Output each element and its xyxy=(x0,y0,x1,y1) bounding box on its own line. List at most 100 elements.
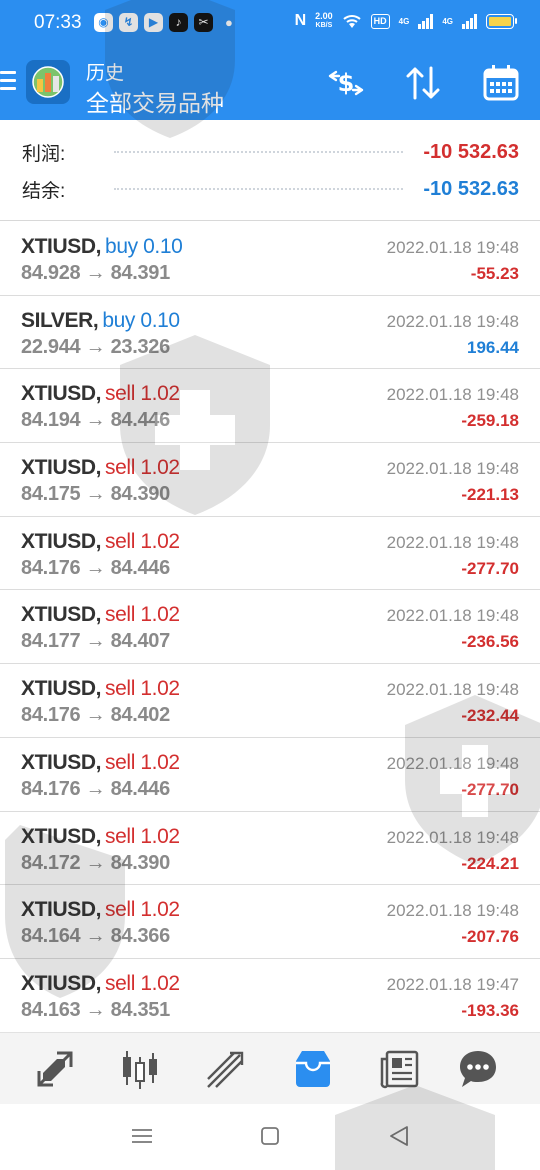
trade-icon[interactable] xyxy=(204,1047,248,1091)
signal-icon xyxy=(462,13,477,29)
trade-profit: -193.36 xyxy=(461,1000,519,1020)
system-nav-bar xyxy=(0,1104,540,1170)
app-notification-icon: ◉ xyxy=(94,13,113,32)
menu-icon[interactable] xyxy=(0,71,16,91)
trade-prices: 84.176 → 84.446 xyxy=(21,777,170,800)
trade-symbol: XTIUSD, sell 1.02 xyxy=(21,677,180,701)
trade-row[interactable]: XTIUSD, sell 1.02 84.172 → 84.390 2022.01.1… xyxy=(0,812,540,886)
trade-side-volume: sell 1.02 xyxy=(105,971,180,995)
trade-time: 2022.01.18 19:48 xyxy=(386,385,519,405)
network-speed: 2.00 KB/S xyxy=(315,11,333,30)
trade-row[interactable]: XTIUSD, sell 1.02 84.176 → 84.402 2022.01.1… xyxy=(0,664,540,738)
sort-arrows-icon[interactable] xyxy=(402,62,444,104)
trade-profit: -232.44 xyxy=(461,706,519,726)
profit-label: 利润: xyxy=(22,143,66,165)
trade-side-volume: sell 1.02 xyxy=(105,603,180,627)
trade-time: 2022.01.18 19:47 xyxy=(386,974,519,994)
signal-label: 4G xyxy=(442,16,453,26)
trade-row[interactable]: XTIUSD, sell 1.02 84.175 → 84.390 2022.01.1… xyxy=(0,443,540,517)
trade-side-volume: sell 1.02 xyxy=(105,382,180,406)
app-notification-icon: ♪ xyxy=(169,13,188,32)
app-notification-icon: ↯ xyxy=(119,13,138,32)
app-bar: 历史 全部交易品种 $ xyxy=(0,46,540,120)
hd-icon: HD xyxy=(370,13,390,29)
trade-side-volume: sell 1.02 xyxy=(105,529,180,553)
trade-symbol: XTIUSD, sell 1.02 xyxy=(21,750,180,774)
trade-time: 2022.01.18 19:48 xyxy=(386,606,519,626)
quotes-icon[interactable] xyxy=(33,1047,77,1091)
trade-symbol: XTIUSD, sell 1.02 xyxy=(21,382,180,406)
trade-profit: -277.70 xyxy=(461,558,519,578)
wifi-icon xyxy=(342,15,361,28)
trade-row[interactable]: XTIUSD, sell 1.02 84.164 → 84.366 2022.01.1… xyxy=(0,885,540,959)
trade-profit: 196.44 xyxy=(467,337,519,357)
trade-symbol: XTIUSD, sell 1.02 xyxy=(21,603,180,627)
trade-time: 2022.01.18 19:48 xyxy=(386,753,519,773)
trade-side-volume: buy 0.10 xyxy=(105,235,183,258)
trade-row[interactable]: SILVER, buy 0.10 22.944 → 23.326 2022.01.18… xyxy=(0,296,540,370)
app-notification-icon: ✂ xyxy=(194,13,213,32)
page-subtitle: 历史 xyxy=(86,63,125,84)
page-title[interactable]: 全部交易品种 xyxy=(86,84,224,118)
trade-prices: 84.176 → 84.446 xyxy=(21,556,170,579)
trade-row[interactable]: XTIUSD, buy 0.10 84.928 → 84.391 2022.01.18… xyxy=(0,222,540,296)
trade-prices: 84.176 → 84.402 xyxy=(21,704,170,727)
trade-row[interactable]: XTIUSD, sell 1.02 84.177 → 84.407 2022.01.1… xyxy=(0,590,540,665)
trade-profit: -236.56 xyxy=(461,632,519,652)
trade-side-volume: sell 1.02 xyxy=(105,898,180,922)
trade-row[interactable]: XTIUSD, sell 1.02 84.176 → 84.446 2022.01.1… xyxy=(0,738,540,812)
app-notification-icon: ▶ xyxy=(144,13,163,32)
trade-row[interactable]: XTIUSD, sell 1.02 84.163 → 84.351 2022.01.1… xyxy=(0,959,540,1033)
logo xyxy=(26,60,70,104)
trade-side-volume: buy 0.10 xyxy=(102,308,180,332)
chart-icon[interactable] xyxy=(118,1047,162,1091)
summary-panel: 利润: -10 532.63 结余: -10 532.63 xyxy=(0,120,540,221)
trade-side-volume: sell 1.02 xyxy=(105,456,180,480)
balance-label: 结余: xyxy=(22,180,66,202)
chat-icon[interactable] xyxy=(456,1047,500,1091)
history-icon[interactable] xyxy=(291,1047,335,1091)
dotted-leader xyxy=(114,151,404,153)
calendar-icon[interactable] xyxy=(480,62,522,104)
trade-time: 2022.01.18 19:48 xyxy=(386,532,519,552)
dotted-leader xyxy=(114,188,404,190)
svg-text:$: $ xyxy=(338,69,355,97)
trade-time: 2022.01.18 19:48 xyxy=(386,311,519,331)
recents-icon[interactable] xyxy=(128,1122,156,1150)
status-right: N 2.00 KB/S HD 4G 4G xyxy=(294,11,517,30)
trade-prices: 84.172 → 84.390 xyxy=(21,851,170,874)
header: 07:33 ◉ ↯ ▶ ♪ ✂ ● N 2.00 KB/S HD 4G 4G 历… xyxy=(0,0,540,120)
status-app-icons: ◉ ↯ ▶ ♪ ✂ ● xyxy=(94,13,233,32)
nfc-icon: N xyxy=(294,12,307,29)
trade-symbol: XTIUSD, sell 1.02 xyxy=(21,824,180,848)
trade-profit: -259.18 xyxy=(461,411,519,431)
trade-side-volume: sell 1.02 xyxy=(105,750,180,774)
profit-value: -10 532.63 xyxy=(423,140,519,163)
dollar-sort-icon[interactable]: $ xyxy=(325,62,367,104)
trade-profit: -221.13 xyxy=(461,485,519,505)
news-icon[interactable] xyxy=(378,1047,422,1091)
trade-side-volume: sell 1.02 xyxy=(105,824,180,848)
trade-symbol: XTIUSD, sell 1.02 xyxy=(21,529,180,553)
trade-prices: 84.164 → 84.366 xyxy=(21,925,170,948)
home-icon[interactable] xyxy=(256,1122,284,1150)
trade-row[interactable]: XTIUSD, sell 1.02 84.194 → 84.446 2022.01.1… xyxy=(0,369,540,444)
trade-symbol: SILVER, buy 0.10 xyxy=(21,308,180,332)
trade-symbol: XTIUSD, sell 1.02 xyxy=(21,971,180,995)
trade-symbol: XTIUSD, buy 0.10 xyxy=(21,235,183,258)
trade-prices: 84.177 → 84.407 xyxy=(21,630,170,653)
bottom-nav xyxy=(0,1032,540,1104)
trade-profit: -55.23 xyxy=(470,264,519,283)
trade-time: 2022.01.18 19:48 xyxy=(386,238,519,257)
trade-profit: -224.21 xyxy=(461,853,519,873)
trade-profit: -207.76 xyxy=(461,927,519,947)
trade-row[interactable]: XTIUSD, sell 1.02 84.176 → 84.446 2022.01.1… xyxy=(0,517,540,591)
balance-row: 结余: -10 532.63 xyxy=(22,171,519,207)
battery-icon xyxy=(486,13,517,29)
status-bar: 07:33 ◉ ↯ ▶ ♪ ✂ ● N 2.00 KB/S HD 4G 4G xyxy=(0,0,540,46)
back-icon[interactable] xyxy=(385,1122,413,1150)
signal-label: 4G xyxy=(398,16,410,26)
signal-icon xyxy=(418,13,434,29)
trade-time: 2022.01.18 19:48 xyxy=(386,680,519,700)
trade-history-list: XTIUSD, buy 0.10 84.928 → 84.391 2022.01.18… xyxy=(0,222,540,1033)
